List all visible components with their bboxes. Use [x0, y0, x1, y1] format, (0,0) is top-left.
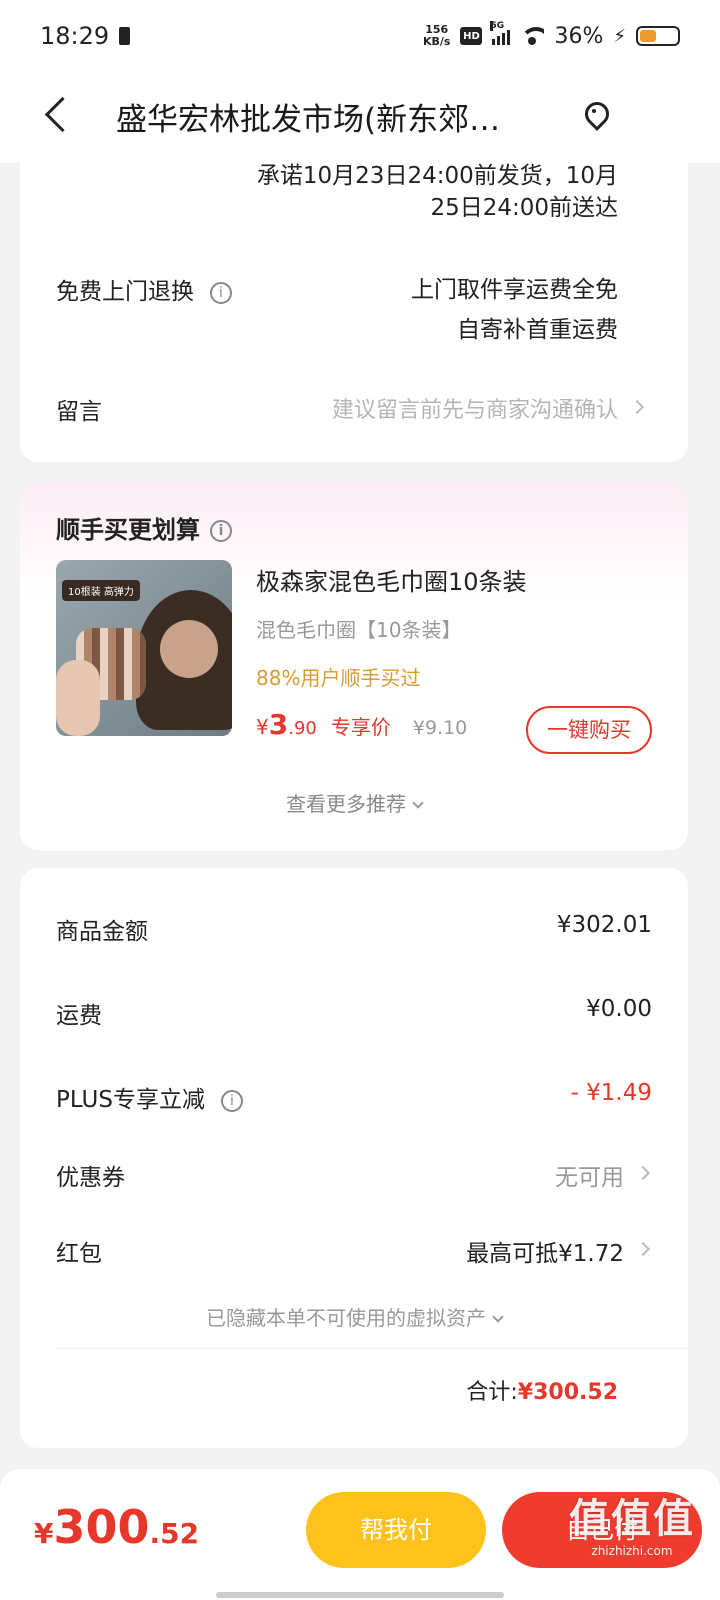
store-title: 盛华宏林批发市场(新东郊…: [116, 102, 501, 138]
charging-icon: ⚡: [613, 25, 626, 47]
product-price: ¥ 3 .90 专享价 ¥9.10: [256, 708, 468, 741]
network-type: 5G: [490, 21, 505, 31]
red-packet-row[interactable]: 红包 最高可抵¥1.72: [56, 1234, 652, 1268]
coupon-value: 无可用: [555, 1165, 624, 1191]
total-value: ¥300.52: [517, 1380, 618, 1405]
shipping-fee-row: 运费 ¥0.00: [56, 996, 652, 1029]
red-packet-value: 最高可抵¥1.72: [466, 1241, 624, 1267]
shipping-fee-value: ¥0.00: [586, 996, 652, 1022]
recommend-title: 顺手买更划算 i: [56, 510, 232, 545]
chevron-right-icon: [635, 1241, 651, 1257]
status-icons: 156 KB/s HD 5G 36% ⚡: [422, 21, 680, 49]
battery-icon: [636, 26, 680, 46]
wifi-icon: [520, 27, 545, 45]
product-image[interactable]: 10根装 高弹力: [56, 560, 232, 736]
back-arrow-icon[interactable]: [40, 96, 70, 136]
goods-amount-row: 商品金额 ¥302.01: [56, 912, 652, 945]
signal-icon: 5G: [490, 21, 511, 45]
nav-bar: 盛华宏林批发市场(新东郊…: [0, 72, 720, 162]
network-speed: 156 KB/s: [422, 23, 451, 48]
exclusive-price-tag: 专享价: [330, 715, 391, 739]
location-pin-icon[interactable]: [584, 102, 604, 128]
hd-icon: HD: [460, 27, 483, 45]
chevron-down-icon: [492, 1311, 504, 1323]
plus-discount-value: - ¥1.49: [570, 1080, 652, 1106]
price-summary-card: 商品金额 ¥302.01 运费 ¥0.00 PLUS专享立减 i - ¥1.49 …: [20, 868, 688, 1448]
image-tag: 10根装 高弹力: [62, 580, 140, 601]
hidden-assets-toggle[interactable]: 已隐藏本单不可使用的虚拟资产: [20, 1302, 688, 1331]
recommend-card: 顺手买更划算 i 10根装 高弹力 极森家混色毛巾圈10条装 混色毛巾圈【10条装…: [20, 482, 688, 850]
free-return-label: 免费上门退换 i: [56, 272, 232, 306]
plus-discount-row: PLUS专享立减 i - ¥1.49: [56, 1080, 652, 1113]
info-icon[interactable]: i: [210, 520, 232, 542]
goods-amount-value: ¥302.01: [556, 912, 652, 938]
status-bar: 18:29 156 KB/s HD 5G 36% ⚡: [0, 0, 720, 72]
free-return-detail: 上门取件享运费全免 自寄补首重运费: [411, 277, 618, 343]
product-name[interactable]: 极森家混色毛巾圈10条装: [256, 562, 527, 597]
payable-amount: ¥300.52: [34, 1500, 200, 1554]
battery-percent: 36%: [554, 23, 604, 49]
info-icon[interactable]: i: [210, 281, 232, 304]
message-input[interactable]: 建议留言前先与商家沟通确认: [332, 392, 618, 424]
product-sku: 混色毛巾圈【10条装】: [256, 618, 462, 642]
home-indicator[interactable]: [216, 1592, 504, 1598]
divider: [56, 1348, 688, 1349]
help-me-pay-button[interactable]: 帮我付: [306, 1492, 486, 1568]
one-click-buy-button[interactable]: 一键购买: [526, 706, 652, 754]
chevron-right-icon: [629, 399, 645, 415]
delivery-promise: 承诺10月23日24:00前发货，10月 25日24:00前送达: [256, 163, 618, 221]
info-icon[interactable]: i: [220, 1089, 243, 1112]
coupon-row[interactable]: 优惠券 无可用: [56, 1158, 652, 1192]
sim-battery-icon: [119, 27, 131, 45]
product-stat: 88%用户顺手买过: [256, 666, 421, 690]
chevron-down-icon: [412, 797, 424, 809]
clock: 18:29: [40, 22, 110, 50]
shipping-card: 承诺10月23日24:00前发货，10月 25日24:00前送达 免费上门退换 i…: [20, 150, 688, 462]
chevron-right-icon: [635, 1165, 651, 1181]
original-price: ¥9.10: [412, 717, 468, 739]
site-watermark: 值值值 zhizhizhi.com: [569, 1496, 695, 1558]
total-row: 合计:¥300.52: [466, 1380, 618, 1405]
message-label: 留言: [56, 399, 102, 425]
more-recommend-link[interactable]: 查看更多推荐: [20, 788, 688, 817]
